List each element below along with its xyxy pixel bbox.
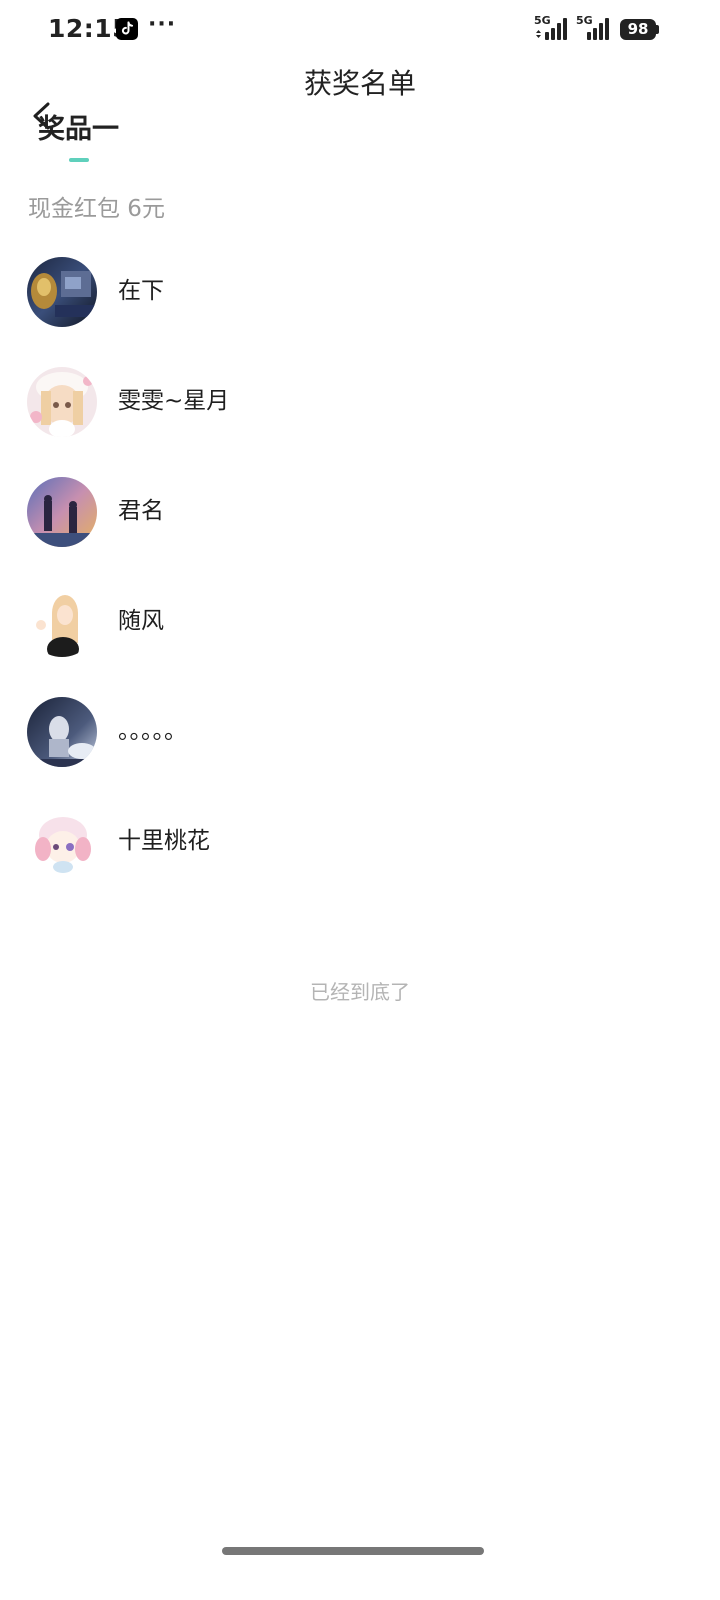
avatar	[27, 477, 97, 547]
list-item[interactable]: 十里桃花	[0, 788, 720, 898]
list-item[interactable]: 在下	[0, 238, 720, 348]
avatar	[27, 367, 97, 437]
battery-cap	[656, 25, 659, 34]
tab-active-indicator	[69, 158, 89, 162]
winner-name: 君名	[118, 498, 164, 524]
signal-icon: 5G	[534, 14, 572, 42]
avatar	[27, 807, 97, 877]
avatar	[27, 587, 97, 657]
winner-list: 在下 雯雯~星月 君名 随风 。。。。。 十里桃花	[0, 238, 720, 898]
prize-description: 现金红包 6元	[28, 196, 165, 222]
list-item[interactable]: 随风	[0, 568, 720, 678]
status-bar: 12:15 ··· 5G 5G 98	[0, 0, 720, 60]
list-item[interactable]: 雯雯~星月	[0, 348, 720, 458]
avatar	[27, 257, 97, 327]
more-notifications-icon: ···	[148, 12, 177, 37]
end-of-list-text: 已经到底了	[310, 980, 410, 1004]
list-item[interactable]: 。。。。。	[0, 678, 720, 788]
tab-prize-one[interactable]: 奖品一	[38, 112, 119, 162]
battery-level: 98	[627, 20, 649, 38]
list-item[interactable]: 君名	[0, 458, 720, 568]
winner-name: 雯雯~星月	[118, 388, 230, 414]
winner-name: 。。。。。	[118, 718, 187, 744]
winner-name: 十里桃花	[118, 828, 210, 854]
signal-icon: 5G	[576, 14, 614, 42]
home-indicator[interactable]	[222, 1547, 484, 1555]
tiktok-icon	[116, 18, 138, 40]
tab-label: 奖品一	[38, 114, 119, 145]
winner-name: 随风	[118, 608, 164, 634]
avatar	[27, 697, 97, 767]
winner-name: 在下	[118, 278, 164, 304]
page-title: 获奖名单	[303, 67, 416, 100]
